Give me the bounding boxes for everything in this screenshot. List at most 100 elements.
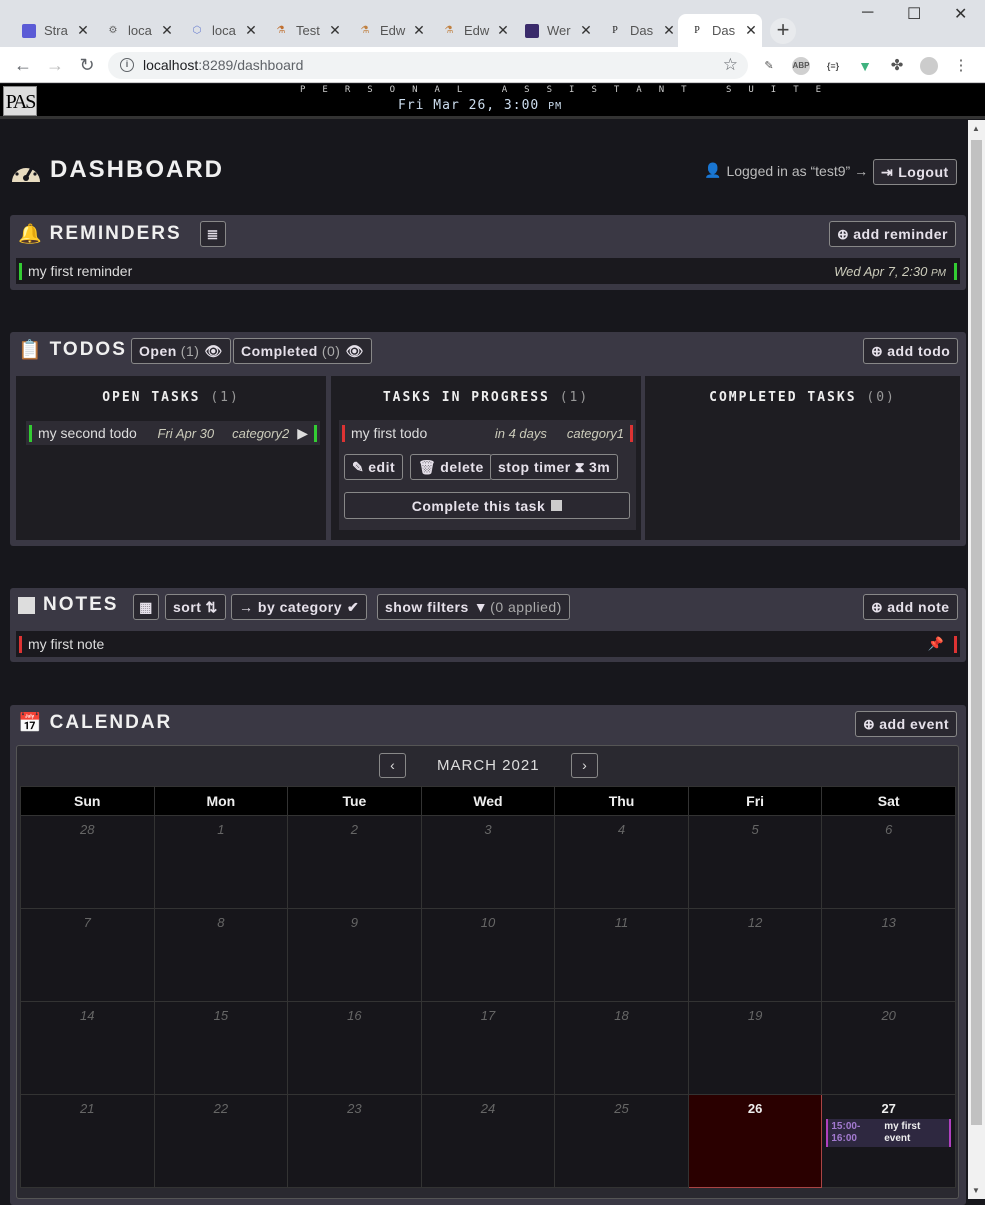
list-view-button[interactable]: ≣ bbox=[199, 221, 226, 247]
notes-panel: NOTES ▦ sort ⇅ → by category ✔ show filter… bbox=[10, 588, 966, 662]
minimize-icon[interactable]: ─ bbox=[862, 4, 873, 22]
day-cell[interactable]: 25 bbox=[554, 1094, 689, 1188]
eye-icon: 👁 bbox=[204, 342, 223, 359]
day-cell[interactable]: 16 bbox=[287, 1001, 422, 1095]
info-icon[interactable]: i bbox=[120, 58, 134, 72]
day-cell[interactable]: 18 bbox=[554, 1001, 689, 1095]
extensions-puzzle-icon[interactable]: ✤ bbox=[888, 57, 906, 75]
day-cell[interactable]: 9 bbox=[287, 908, 422, 1002]
day-cell[interactable]: 17 bbox=[420, 1001, 556, 1095]
note-item[interactable]: my first note 📌 bbox=[16, 631, 960, 657]
by-category-button[interactable]: → by category ✔ bbox=[231, 594, 368, 620]
address-bar[interactable]: i localhost:8289/dashboard ☆ bbox=[108, 52, 748, 79]
close-icon[interactable]: ✕ bbox=[492, 22, 514, 39]
day-cell[interactable]: 4 bbox=[554, 815, 689, 909]
json-extension-icon[interactable]: {≡} bbox=[824, 57, 842, 75]
day-cell[interactable]: 7 bbox=[20, 908, 155, 1002]
vue-devtools-icon[interactable]: ▼ bbox=[856, 57, 874, 75]
scroll-down-icon[interactable]: ▼ bbox=[972, 1186, 980, 1195]
new-tab-button[interactable]: + bbox=[770, 18, 796, 44]
day-cell[interactable]: 23 bbox=[287, 1094, 422, 1188]
maximize-icon[interactable]: ☐ bbox=[907, 4, 921, 24]
calendar-event[interactable]: 15:00-16:00 my first event bbox=[826, 1119, 951, 1147]
sort-button[interactable]: sort ⇅ bbox=[165, 594, 226, 620]
open-filter-button[interactable]: Open (1) 👁 bbox=[131, 338, 231, 364]
play-icon[interactable]: ▶ bbox=[297, 425, 308, 442]
browser-tab-active[interactable]: P Das ✕ bbox=[678, 14, 762, 47]
add-note-button[interactable]: ⊕ add note bbox=[863, 594, 958, 620]
browser-tab[interactable]: Wer ✕ bbox=[513, 14, 597, 47]
close-icon[interactable]: ✕ bbox=[324, 22, 346, 39]
grid-view-button[interactable]: ▦ bbox=[133, 594, 159, 620]
day-cell[interactable]: 10 bbox=[420, 908, 556, 1002]
forward-icon[interactable]: → bbox=[44, 55, 66, 76]
add-todo-button[interactable]: ⊕ add todo bbox=[863, 338, 959, 364]
bookmark-star-icon[interactable]: ☆ bbox=[723, 55, 738, 75]
browser-tab[interactable]: ⚗ Edw ✕ bbox=[346, 14, 430, 47]
stop-timer-button[interactable]: stop timer ⧗ 3m bbox=[490, 454, 619, 480]
menu-kebab-icon[interactable]: ⋮ bbox=[952, 57, 970, 75]
day-cell[interactable]: 12 bbox=[687, 908, 823, 1002]
scrollbar-thumb[interactable] bbox=[971, 140, 982, 1125]
day-cell[interactable]: 28 bbox=[20, 815, 155, 909]
day-cell[interactable]: 15 bbox=[153, 1001, 289, 1095]
browser-tab[interactable]: ⚗ Edw ✕ bbox=[430, 14, 514, 47]
day-cell[interactable]: 8 bbox=[153, 908, 289, 1002]
completed-filter-button[interactable]: Completed (0) 👁 bbox=[233, 338, 372, 364]
day-cell[interactable]: 2 bbox=[287, 815, 422, 909]
close-icon[interactable]: ✕ bbox=[72, 22, 94, 39]
todo-item[interactable]: my first todo in 4 days category1 bbox=[339, 422, 636, 444]
day-cell[interactable]: 1 bbox=[153, 815, 289, 909]
day-cell[interactable]: 22 bbox=[153, 1094, 289, 1188]
todo-item[interactable]: my second todo Fri Apr 30 category2 ▶ bbox=[26, 421, 320, 445]
day-cell[interactable]: 24 bbox=[420, 1094, 556, 1188]
day-cell[interactable]: 27 15:00-16:00 my first event bbox=[821, 1094, 956, 1188]
add-reminder-button[interactable]: ⊕ add reminder bbox=[829, 221, 956, 247]
browser-tab[interactable]: Stra ✕ bbox=[10, 14, 94, 47]
logout-button[interactable]: ⇥ Logout bbox=[873, 159, 957, 185]
browser-tab[interactable]: ⚗ Test ✕ bbox=[262, 14, 346, 47]
close-icon[interactable]: ✕ bbox=[156, 22, 178, 39]
reload-icon[interactable]: ↻ bbox=[76, 55, 98, 76]
reminder-item[interactable]: my first reminder Wed Apr 7, 2:30 PM bbox=[16, 258, 960, 284]
day-cell[interactable]: 19 bbox=[687, 1001, 823, 1095]
back-icon[interactable]: ← bbox=[12, 55, 34, 76]
edit-button[interactable]: ✎ edit bbox=[344, 454, 404, 480]
day-cell[interactable]: 13 bbox=[821, 908, 956, 1002]
extension-icon[interactable]: ✎ bbox=[760, 57, 778, 75]
today-cell[interactable]: 26 bbox=[687, 1094, 823, 1188]
delete-button[interactable]: 🗑 delete bbox=[410, 454, 492, 480]
complete-task-button[interactable]: Complete this task bbox=[344, 492, 630, 519]
day-cell[interactable]: 21 bbox=[20, 1094, 155, 1188]
close-icon[interactable]: ✕ bbox=[575, 22, 597, 39]
tab-title: Stra bbox=[44, 23, 68, 38]
add-event-button[interactable]: ⊕ add event bbox=[855, 711, 958, 737]
prev-month-button[interactable]: ‹ bbox=[379, 753, 406, 778]
browser-tab[interactable]: ⬡ loca ✕ bbox=[178, 14, 262, 47]
pas-icon: P bbox=[694, 24, 700, 36]
close-icon[interactable]: ✕ bbox=[740, 22, 762, 39]
scroll-up-icon[interactable]: ▲ bbox=[972, 124, 980, 133]
browser-tab[interactable]: ⚙ loca ✕ bbox=[94, 14, 178, 47]
day-cell[interactable]: 6 bbox=[821, 815, 956, 909]
thumbtack-icon[interactable]: 📌 bbox=[928, 636, 944, 652]
adblock-icon[interactable]: ABP bbox=[792, 57, 810, 75]
close-icon[interactable]: ✕ bbox=[408, 22, 430, 39]
day-cell[interactable]: 20 bbox=[821, 1001, 956, 1095]
day-cell[interactable]: 14 bbox=[20, 1001, 155, 1095]
weekday-header: Tue bbox=[287, 786, 422, 816]
close-icon[interactable]: ✕ bbox=[658, 22, 680, 39]
day-cell[interactable]: 5 bbox=[687, 815, 823, 909]
show-filters-button[interactable]: show filters ▼ (0 applied) bbox=[377, 594, 570, 620]
todo-text: my second todo bbox=[38, 425, 137, 441]
day-cell[interactable]: 11 bbox=[554, 908, 689, 1002]
close-icon[interactable]: ✕ bbox=[240, 22, 262, 39]
page-scrollbar[interactable]: ▲ ▼ bbox=[968, 120, 985, 1199]
todos-panel: 📋 TODOS Open (1) 👁 Completed (0) 👁 ⊕ add todo… bbox=[10, 332, 966, 546]
close-window-icon[interactable]: ✕ bbox=[954, 4, 967, 24]
profile-avatar-icon[interactable] bbox=[920, 57, 938, 75]
browser-tab[interactable]: P Das ✕ bbox=[596, 14, 680, 47]
next-month-button[interactable]: › bbox=[571, 753, 598, 778]
day-cell[interactable]: 3 bbox=[420, 815, 556, 909]
pas-logo[interactable]: PAS bbox=[3, 86, 37, 116]
